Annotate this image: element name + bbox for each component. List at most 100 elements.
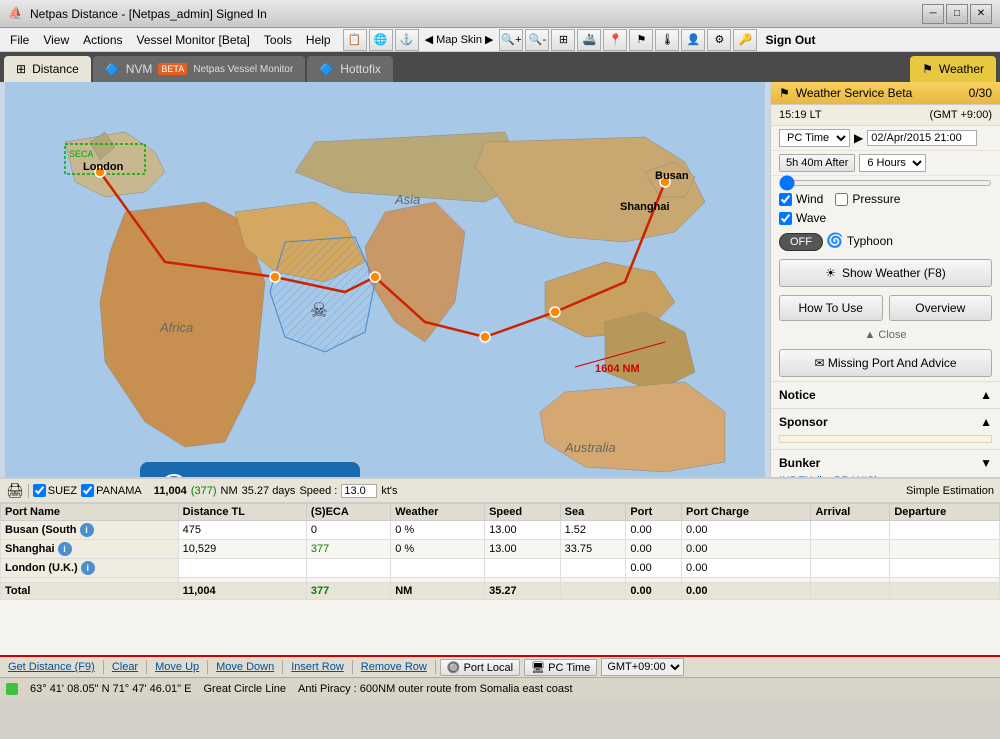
menu-view[interactable]: View bbox=[37, 31, 75, 49]
table-row[interactable]: Busan (South i 475 0 0 % 13.00 1.52 0.00… bbox=[1, 521, 1000, 540]
wave-checkbox[interactable] bbox=[779, 212, 792, 225]
toolbar-btn-11[interactable]: 🔑 bbox=[733, 29, 757, 51]
pc-time-btn[interactable]: 🖥 PC Time bbox=[524, 659, 597, 676]
line-type: Great Circle Line bbox=[203, 683, 286, 695]
toolbar-btn-7[interactable]: ⚑ bbox=[629, 29, 653, 51]
maximize-button[interactable]: □ bbox=[946, 4, 968, 24]
toolbar-btn-4[interactable]: ⊞ bbox=[551, 29, 575, 51]
tooltip-1: 1 Input ports or countries names bbox=[140, 462, 360, 477]
overview-btn[interactable]: Overview bbox=[889, 295, 993, 321]
insert-row-btn[interactable]: Insert Row bbox=[287, 661, 348, 673]
weather-cell: 0 % bbox=[391, 540, 485, 559]
typhoon-off-btn[interactable]: OFF bbox=[779, 233, 823, 251]
panel-time-row: 15:19 LT (GMT +9:00) bbox=[771, 105, 1000, 126]
panama-checkbox-label[interactable]: PANAMA bbox=[81, 484, 142, 497]
datetime-input[interactable] bbox=[867, 130, 977, 146]
info-icon[interactable]: i bbox=[58, 542, 72, 556]
window-controls[interactable]: ─ □ ✕ bbox=[922, 4, 992, 24]
toolbar-btn-8[interactable]: 🌡 bbox=[655, 29, 679, 51]
menu-vessel-monitor[interactable]: Vessel Monitor [Beta] bbox=[131, 31, 256, 49]
toolbar-btn-3[interactable]: ⚓ bbox=[395, 29, 419, 51]
status-indicator bbox=[6, 683, 18, 695]
menu-file[interactable]: File bbox=[4, 31, 35, 49]
anti-piracy: Anti Piracy : 600NM outer route from Som… bbox=[298, 683, 573, 695]
suez-checkbox[interactable] bbox=[33, 484, 46, 497]
panel-close-btn[interactable]: ▲ Close bbox=[771, 325, 1000, 345]
move-down-btn[interactable]: Move Down bbox=[212, 661, 278, 673]
toolbar-btn-6[interactable]: 📍 bbox=[603, 29, 627, 51]
col-departure: Departure bbox=[890, 504, 1000, 521]
toolbar-btn-2[interactable]: 🌐 bbox=[369, 29, 393, 51]
toolbar-btn-1[interactable]: 📋 bbox=[343, 29, 367, 51]
show-weather-btn[interactable]: ☀ Show Weather (F8) bbox=[779, 259, 992, 287]
arrow-icon: ▶ bbox=[854, 131, 863, 145]
close-button[interactable]: ✕ bbox=[970, 4, 992, 24]
menu-help[interactable]: Help bbox=[300, 31, 337, 49]
remove-row-btn[interactable]: Remove Row bbox=[357, 661, 431, 673]
svg-text:1604 NM: 1604 NM bbox=[595, 363, 640, 375]
menu-actions[interactable]: Actions bbox=[77, 31, 128, 49]
col-port-name: Port Name bbox=[1, 504, 179, 521]
toolbar-zoom-out[interactable]: 🔍- bbox=[525, 29, 549, 51]
menu-tools[interactable]: Tools bbox=[258, 31, 298, 49]
departure-cell bbox=[890, 559, 1000, 578]
printer-icon[interactable]: 🖨 bbox=[6, 482, 24, 499]
speed-cell bbox=[485, 559, 561, 578]
map-container[interactable]: ☠ SECA 1604 NM London Busan Shanghai Asi… bbox=[0, 82, 770, 477]
info-icon[interactable]: i bbox=[81, 561, 95, 575]
notice-header[interactable]: Notice ▲ bbox=[779, 385, 992, 405]
table-row[interactable]: Shanghai i 10,529 377 0 % 13.00 33.75 0.… bbox=[1, 540, 1000, 559]
toolbar-btn-9[interactable]: 👤 bbox=[681, 29, 705, 51]
panel-wave-row: Wave bbox=[771, 208, 1000, 228]
after-btn[interactable]: 5h 40m After bbox=[779, 154, 855, 172]
toolbar-btn-5[interactable]: 🚢 bbox=[577, 29, 601, 51]
panel-typhoon-row: OFF 🌀 Typhoon bbox=[771, 228, 1000, 255]
speed-input[interactable] bbox=[341, 484, 377, 498]
minimize-button[interactable]: ─ bbox=[922, 4, 944, 24]
total-green-nm: (377) bbox=[191, 485, 217, 497]
wind-checkbox[interactable] bbox=[779, 193, 792, 206]
suez-checkbox-label[interactable]: SUEZ bbox=[33, 484, 77, 497]
panel-wind-pressure: Wind Pressure bbox=[771, 190, 1000, 208]
time-slider[interactable] bbox=[779, 180, 992, 186]
sign-out-btn[interactable]: Sign Out bbox=[759, 33, 821, 47]
action-sep-5 bbox=[352, 660, 353, 674]
tab-weather[interactable]: ⚑ Weather bbox=[910, 56, 996, 82]
table-row[interactable]: London (U.K.) i 0.00 0.00 bbox=[1, 559, 1000, 578]
svg-text:Australia: Australia bbox=[564, 440, 616, 455]
how-to-use-btn[interactable]: How To Use bbox=[779, 295, 883, 321]
portcharge-cell: 0.00 bbox=[682, 540, 811, 559]
gmt-select[interactable]: GMT+09:00 bbox=[601, 658, 684, 676]
missing-port-btn[interactable]: ✉ Missing Port And Advice bbox=[779, 349, 992, 377]
bunker-header[interactable]: Bunker ▼ bbox=[779, 453, 992, 473]
notice-title: Notice bbox=[779, 388, 816, 402]
sponsor-content bbox=[779, 435, 992, 443]
port-local-btn[interactable]: 🔘 Port Local bbox=[440, 659, 520, 676]
sun-icon: ☀ bbox=[825, 266, 836, 280]
pressure-checkbox[interactable] bbox=[835, 193, 848, 206]
toolbar-btn-10[interactable]: ⚙ bbox=[707, 29, 731, 51]
wind-checkbox-label[interactable]: Wind bbox=[779, 192, 823, 206]
tab-hottofix[interactable]: 🔷 Hottofix bbox=[307, 56, 393, 82]
panama-checkbox[interactable] bbox=[81, 484, 94, 497]
weather-label: Weather bbox=[939, 62, 984, 76]
move-up-btn[interactable]: Move Up bbox=[151, 661, 203, 673]
world-map: ☠ SECA 1604 NM London Busan Shanghai Asi… bbox=[0, 82, 770, 477]
hours-select[interactable]: 6 Hours bbox=[859, 154, 926, 172]
tab-nvm[interactable]: 🔷 NVM BETA Netpas Vessel Monitor bbox=[93, 56, 306, 82]
clear-btn[interactable]: Clear bbox=[108, 661, 142, 673]
tab-distance[interactable]: ⊞ Distance bbox=[4, 56, 91, 82]
toolbar-zoom-in[interactable]: 🔍+ bbox=[499, 29, 523, 51]
sponsor-header[interactable]: Sponsor ▲ bbox=[779, 412, 992, 432]
sponsor-title: Sponsor bbox=[779, 415, 828, 429]
wave-checkbox-label[interactable]: Wave bbox=[779, 211, 826, 225]
map-skin-label[interactable]: ◀ Map Skin ▶ bbox=[421, 33, 498, 46]
table-scroll[interactable]: Port Name Distance TL (S)ECA Weather Spe… bbox=[0, 503, 1000, 655]
get-distance-btn[interactable]: Get Distance (F9) bbox=[4, 661, 99, 673]
nm-label: NM bbox=[221, 485, 238, 497]
time-type-select[interactable]: PC Time bbox=[779, 129, 850, 147]
speed-cell: 13.00 bbox=[485, 521, 561, 540]
port-name-cell: Busan (South i bbox=[1, 521, 179, 540]
pressure-checkbox-label[interactable]: Pressure bbox=[835, 192, 900, 206]
info-icon[interactable]: i bbox=[80, 523, 94, 537]
